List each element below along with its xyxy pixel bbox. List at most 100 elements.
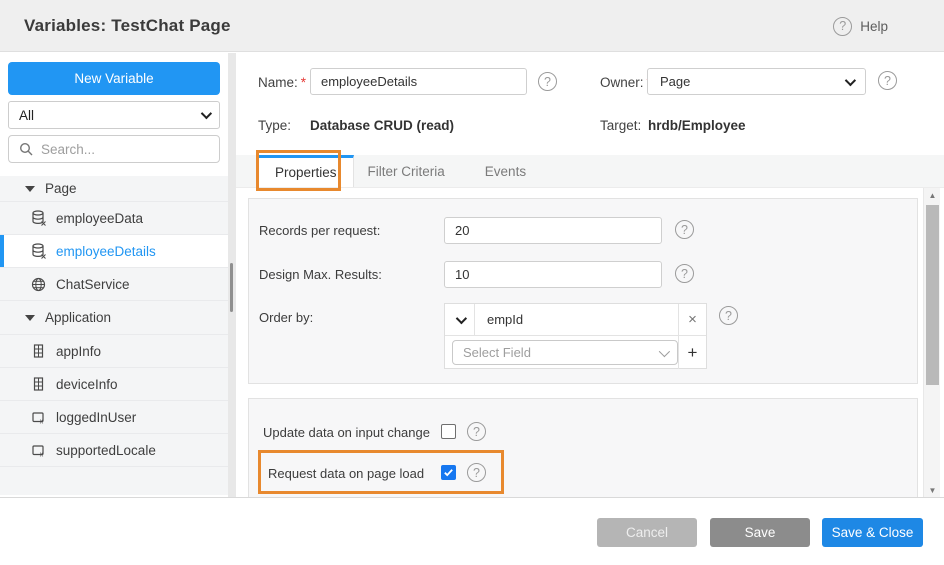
save-button[interactable]: Save: [710, 518, 810, 547]
chevron-down-icon: [659, 345, 670, 356]
variables-sidebar: New Variable All Page employeeData: [0, 53, 228, 497]
dialog-footer: Cancel Save Save & Close: [0, 497, 944, 565]
static-icon: x: [30, 409, 46, 425]
detail-tabs: Properties Filter Criteria Events: [236, 155, 944, 188]
search-icon: [18, 141, 34, 157]
data-settings-panel: Records per request: Design Max. Results…: [248, 198, 918, 384]
type-value: Database CRUD (read): [310, 118, 454, 133]
order-by-widget: empId × Select Field +: [444, 303, 707, 369]
properties-tab-content: Records per request: Design Max. Results…: [236, 188, 944, 497]
service-icon: [30, 276, 46, 292]
select-field-placeholder: Select Field: [463, 345, 531, 360]
help-icon: [833, 17, 852, 36]
check-icon: [443, 467, 454, 478]
owner-label: Owner:*: [600, 75, 652, 90]
model-icon: [30, 376, 46, 392]
tree-item-employeedetails-selected[interactable]: employeeDetails: [0, 235, 228, 268]
save-and-close-button[interactable]: Save & Close: [822, 518, 923, 547]
records-per-request-label: Records per request:: [259, 223, 380, 238]
variable-tree: Page employeeData employeeDetails ChatSe…: [0, 176, 228, 495]
tree-item-employeedata[interactable]: employeeData: [0, 202, 228, 235]
variable-detail-pane: Name:* Owner:* Page Type: Database CRUD …: [236, 53, 944, 497]
database-icon: [30, 243, 46, 259]
model-icon: [30, 343, 46, 359]
request-on-load-help-icon[interactable]: [467, 463, 486, 482]
order-by-add-row: Select Field +: [445, 336, 706, 369]
order-by-add-button[interactable]: +: [678, 336, 706, 369]
add-icon: +: [688, 343, 698, 363]
name-field[interactable]: [310, 68, 527, 95]
tree-item-label: ChatService: [56, 277, 130, 292]
database-icon: [30, 210, 46, 226]
scrollbar-thumb[interactable]: [926, 205, 939, 385]
tree-item-chatservice[interactable]: ChatService: [0, 268, 228, 301]
order-by-expand-button[interactable]: [445, 304, 475, 335]
tab-events[interactable]: Events: [471, 155, 540, 187]
variable-filter-value: All: [19, 108, 34, 123]
design-max-help-icon[interactable]: [675, 264, 694, 283]
select-field-dropdown[interactable]: Select Field: [452, 340, 678, 365]
scroll-down-icon[interactable]: ▼: [924, 483, 941, 497]
scroll-up-icon[interactable]: ▲: [924, 188, 941, 202]
type-label: Type:: [258, 118, 291, 133]
update-on-input-help-icon[interactable]: [467, 422, 486, 441]
behavior-panel: Update data on input change Request data…: [248, 398, 918, 497]
target-label: Target:: [600, 118, 641, 133]
chevron-down-icon: [201, 108, 212, 119]
variable-filter-select[interactable]: All: [8, 101, 220, 129]
records-per-request-field[interactable]: [444, 217, 662, 244]
tree-group-page[interactable]: Page: [0, 176, 228, 202]
order-by-value: empId: [475, 304, 678, 335]
owner-select[interactable]: Page: [647, 68, 866, 95]
svg-text:x: x: [39, 418, 43, 425]
design-max-results-field[interactable]: [444, 261, 662, 288]
page-title: Variables: TestChat Page: [24, 16, 231, 36]
cancel-button[interactable]: Cancel: [597, 518, 697, 547]
tree-empty-area: [0, 467, 228, 495]
tab-properties[interactable]: Properties: [258, 155, 354, 187]
tree-item-loggedinuser[interactable]: x loggedInUser: [0, 401, 228, 434]
variables-dialog: Variables: TestChat Page Help New Variab…: [0, 0, 944, 565]
name-help-icon[interactable]: [538, 72, 557, 91]
help-button[interactable]: Help: [833, 0, 888, 52]
new-variable-button[interactable]: New Variable: [8, 62, 220, 95]
owner-value: Page: [660, 74, 690, 89]
collapse-triangle-icon: [25, 315, 35, 321]
tree-item-label: supportedLocale: [56, 443, 156, 458]
remove-icon: ×: [688, 311, 697, 328]
order-by-label: Order by:: [259, 310, 313, 325]
design-max-results-label: Design Max. Results:: [259, 267, 382, 282]
search-input[interactable]: [41, 142, 218, 157]
tree-group-application[interactable]: Application: [0, 301, 228, 335]
owner-help-icon[interactable]: [878, 71, 897, 90]
tree-group-label: Application: [45, 310, 111, 325]
tree-item-label: appInfo: [56, 344, 101, 359]
collapse-triangle-icon: [25, 186, 35, 192]
chevron-down-icon: [455, 312, 466, 323]
order-by-help-icon[interactable]: [719, 306, 738, 325]
update-on-input-checkbox[interactable]: [441, 424, 456, 439]
tab-filter-criteria[interactable]: Filter Criteria: [354, 155, 459, 187]
target-value: hrdb/Employee: [648, 118, 746, 133]
help-label: Help: [860, 19, 888, 34]
update-on-input-label: Update data on input change: [263, 425, 430, 440]
tree-item-label: employeeDetails: [56, 244, 156, 259]
order-by-remove-button[interactable]: ×: [678, 304, 706, 335]
dialog-header: Variables: TestChat Page Help: [0, 0, 944, 52]
svg-text:x: x: [39, 451, 43, 458]
tree-item-label: employeeData: [56, 211, 143, 226]
variable-search[interactable]: [8, 135, 220, 163]
sidebar-scrollbar-thumb[interactable]: [230, 263, 233, 312]
request-on-load-checkbox[interactable]: [441, 465, 456, 480]
static-icon: x: [30, 442, 46, 458]
required-marker: *: [301, 75, 306, 90]
tree-item-supportedlocale[interactable]: x supportedLocale: [0, 434, 228, 467]
tree-item-label: deviceInfo: [56, 377, 118, 392]
order-by-selected-row: empId ×: [445, 304, 706, 336]
records-help-icon[interactable]: [675, 220, 694, 239]
tree-item-appinfo[interactable]: appInfo: [0, 335, 228, 368]
content-scrollbar[interactable]: ▲ ▼: [923, 188, 940, 497]
request-on-load-label: Request data on page load: [268, 466, 424, 481]
tree-item-deviceinfo[interactable]: deviceInfo: [0, 368, 228, 401]
name-label: Name:*: [258, 75, 306, 90]
